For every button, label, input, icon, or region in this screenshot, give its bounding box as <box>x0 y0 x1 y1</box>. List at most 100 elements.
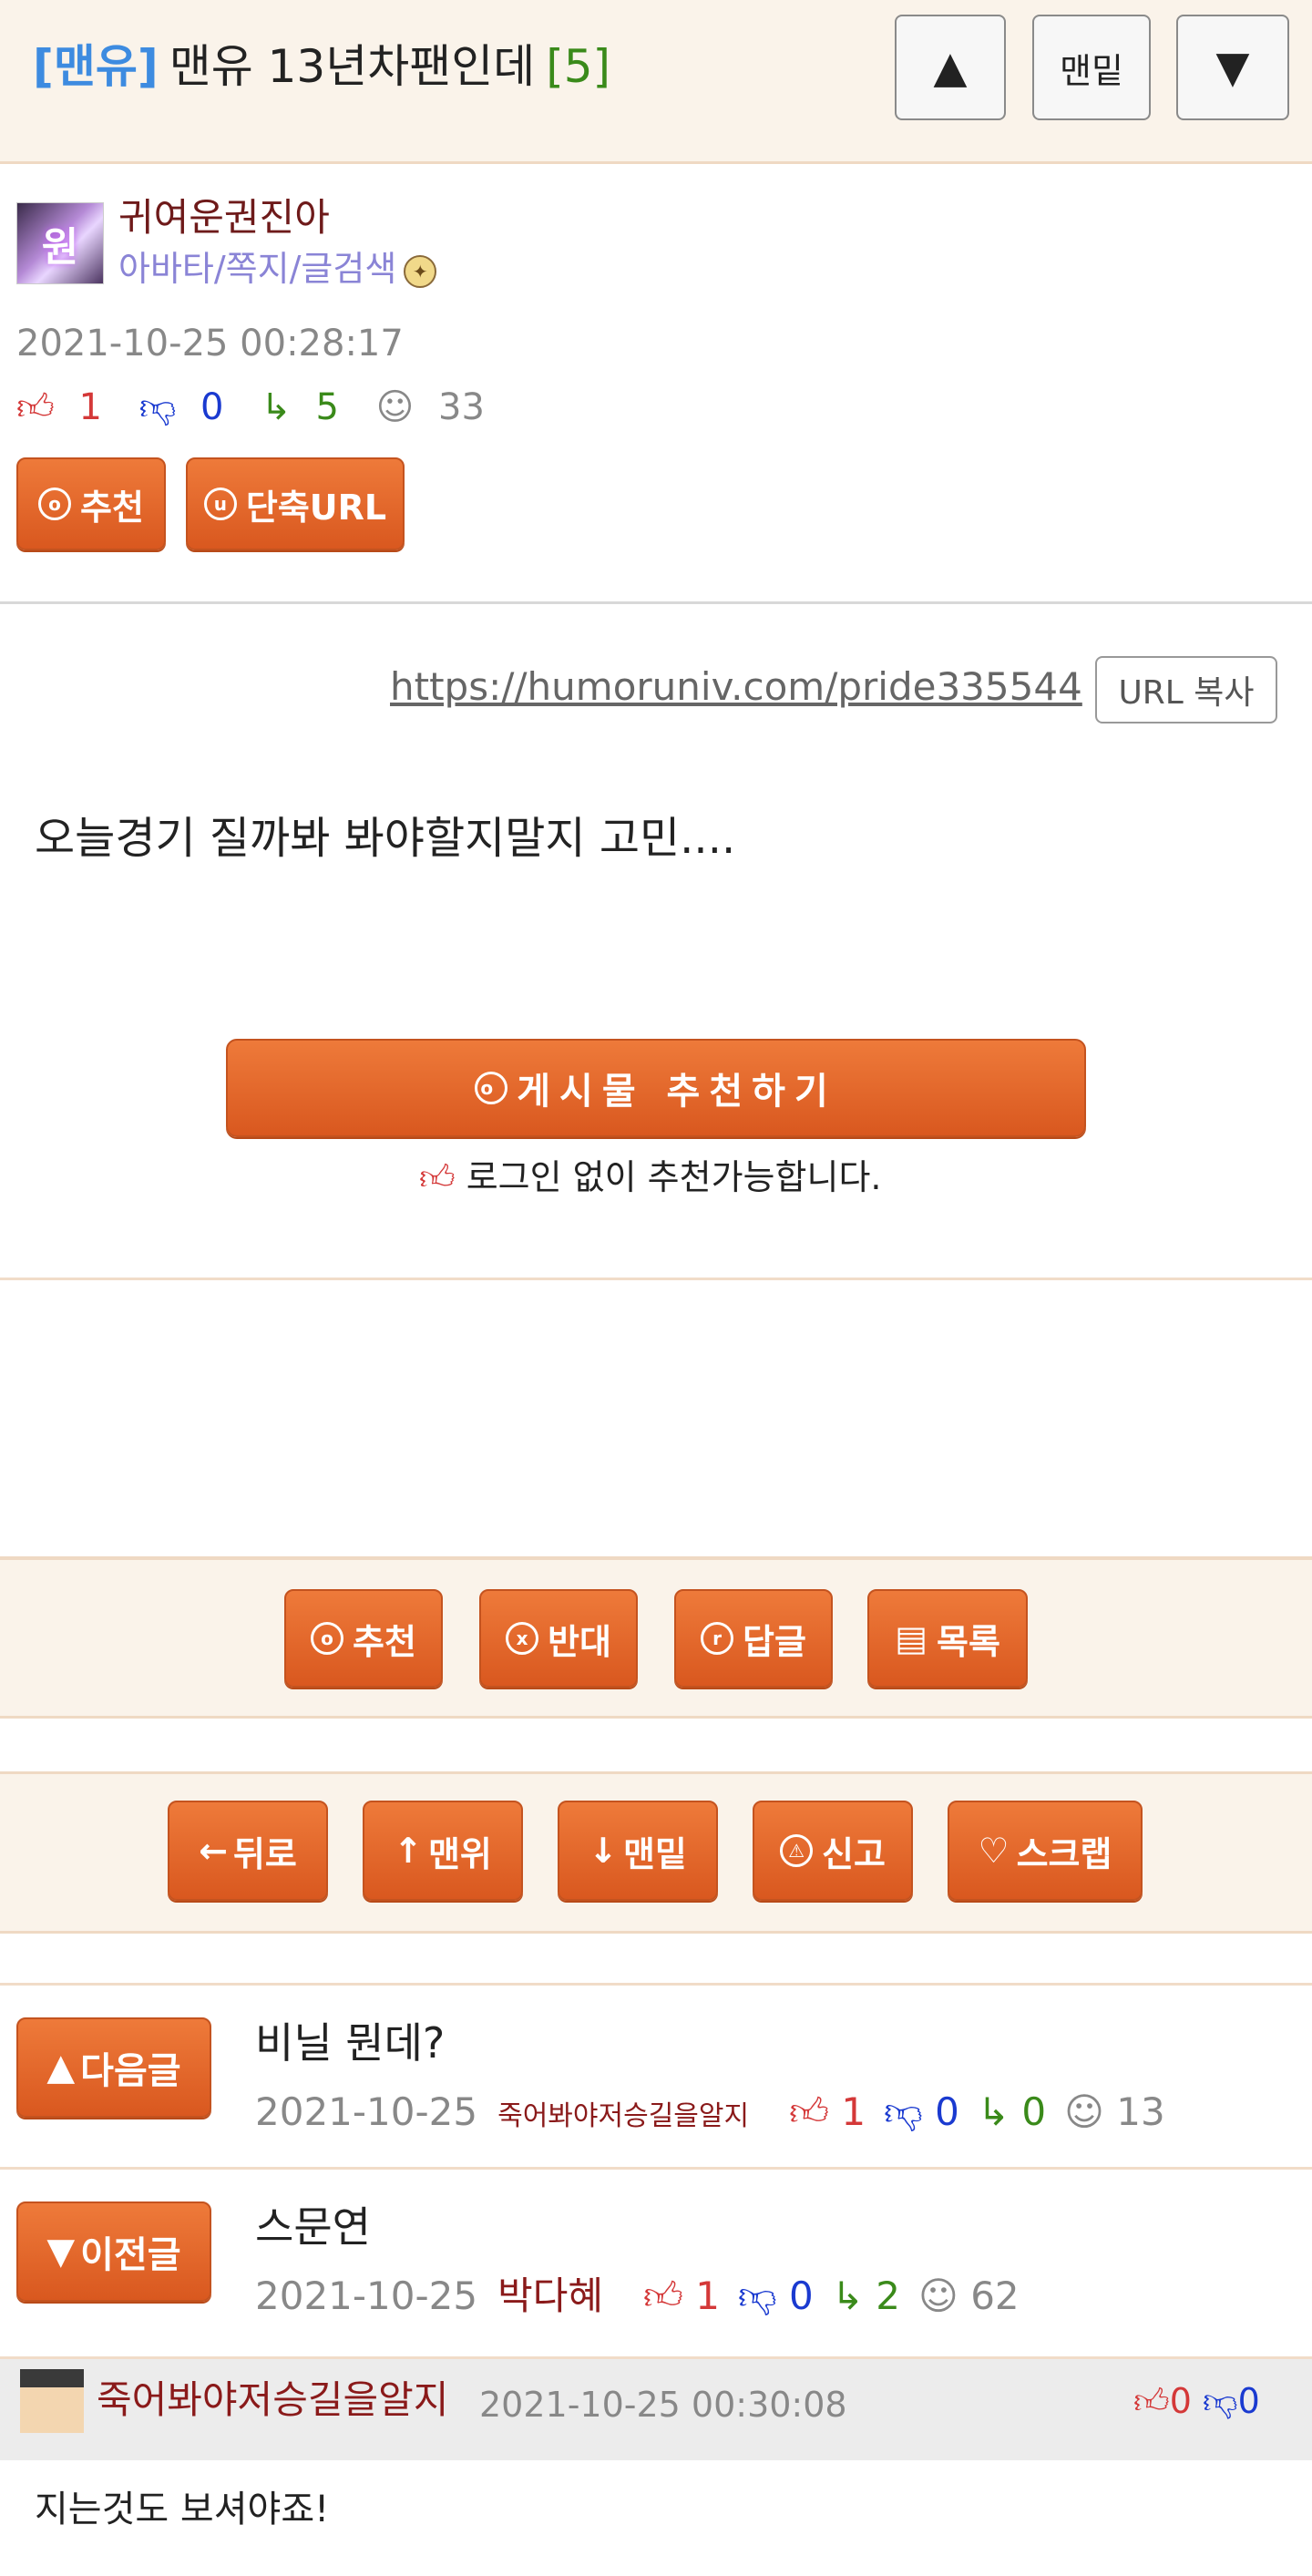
thumb-down-icon: 👎︎ <box>738 2273 777 2318</box>
against-button[interactable]: x 반대 <box>479 1589 638 1688</box>
reply-stat-count: 5 <box>315 386 339 428</box>
back-label: 뒤로 <box>232 1833 297 1874</box>
arrow-down-icon: ↓ <box>589 1831 618 1871</box>
prev-like-count: 1 <box>695 2273 720 2318</box>
login-note-text: 로그인 없이 추천가능합니다. <box>466 1157 882 1197</box>
arrow-left-icon: ← <box>199 1831 228 1871</box>
arrow-up-icon: ↑ <box>394 1831 423 1871</box>
reply-arrow-icon: ↳ <box>977 2089 1010 2134</box>
list-icon: ▤ <box>895 1618 928 1658</box>
comment-like-count: 0 <box>1169 2381 1192 2421</box>
circle-r-icon: r <box>701 1622 734 1655</box>
divider <box>0 601 1312 604</box>
next-view-count: 13 <box>1116 2089 1165 2134</box>
next-reply-count: 0 <box>1021 2089 1047 2134</box>
view-count: 33 <box>438 386 485 428</box>
smiley-icon: ☺ <box>375 386 415 428</box>
recommend-button[interactable]: o 추천 <box>16 457 166 550</box>
thumb-down-icon: 👎︎ <box>138 386 177 428</box>
next-post-author[interactable]: 죽어봐야저승길을알지 <box>497 2100 749 2132</box>
recommend-label: 추천 <box>80 487 144 528</box>
thumb-up-icon: 👍︎ <box>789 2089 829 2134</box>
post-url-link[interactable]: https://humoruniv.com/pride335544 <box>390 662 1082 713</box>
post-content: 오늘경기 질까봐 봐야할지말지 고민.... <box>35 813 736 864</box>
smiley-icon: ☺ <box>1064 2089 1104 2134</box>
post-recommend-label: 게시물 추천하기 <box>517 1071 837 1113</box>
scroll-down-button[interactable]: ▼ <box>1176 15 1289 120</box>
circle-u-icon: u <box>203 487 237 520</box>
smiley-icon: ☺ <box>918 2273 958 2318</box>
post-stats: 👍︎ 1 👎︎ 0 ↳ 5 ☺ 33 <box>16 383 510 432</box>
prev-post-label: 이전글 <box>80 2234 181 2276</box>
circle-o-icon: o <box>311 1622 344 1655</box>
recommend-action-button[interactable]: o 추천 <box>284 1589 443 1688</box>
triangle-up-icon: ▲ <box>46 2047 76 2089</box>
top-label: 맨위 <box>427 1833 492 1874</box>
scrap-button[interactable]: ♡ 스크랩 <box>948 1801 1143 1901</box>
prev-post-meta: 2021-10-25 박다혜 👍︎ 1 👎︎ 0 ↳ 2 ☺ 62 <box>255 2271 1038 2322</box>
thumb-up-icon: 👍︎ <box>16 386 55 428</box>
post-recommend-button[interactable]: o 게시물 추천하기 <box>226 1039 1086 1137</box>
bottom-button[interactable]: ↓ 맨밑 <box>558 1801 718 1901</box>
action-bar <box>0 1556 1312 1719</box>
back-button[interactable]: ← 뒤로 <box>168 1801 328 1901</box>
thumb-up-icon: 👍︎ <box>643 2273 683 2318</box>
comment-like-button[interactable]: 👍︎0 <box>1133 2381 1192 2421</box>
reply-label: 답글 <box>743 1621 806 1662</box>
next-post-label: 다음글 <box>80 2050 181 2092</box>
report-icon: ⚠ <box>780 1834 814 1867</box>
avatar[interactable]: 원 <box>16 202 104 284</box>
next-dislike-count: 0 <box>935 2089 959 2134</box>
next-post-title[interactable]: 비닐 뭔데? <box>255 2016 445 2070</box>
circle-o-icon: o <box>38 487 72 520</box>
prev-reply-count: 2 <box>876 2273 901 2318</box>
post-title: 맨유 13년차팬인데 <box>169 40 536 93</box>
against-label: 반대 <box>548 1621 611 1662</box>
reply-arrow-icon: ↳ <box>261 386 292 428</box>
triangle-down-icon: ▼ <box>46 2231 76 2273</box>
comment-stats: 👍︎0 👎︎0 <box>1133 2378 1260 2424</box>
url-copy-button[interactable]: URL 복사 <box>1095 656 1277 724</box>
next-post-date: 2021-10-25 <box>255 2089 478 2134</box>
divider <box>0 1983 1312 1986</box>
prev-post-author[interactable]: 박다혜 <box>497 2273 603 2318</box>
divider <box>0 1278 1312 1280</box>
thumb-down-icon: 👎︎ <box>884 2089 923 2134</box>
medal-icon: ✦ <box>404 254 437 288</box>
comment-avatar[interactable] <box>20 2369 84 2433</box>
comment-dislike-count: 0 <box>1237 2381 1260 2421</box>
prev-dislike-count: 0 <box>789 2273 814 2318</box>
category-label[interactable]: [맨유] <box>33 40 159 93</box>
reply-button[interactable]: r 답글 <box>674 1589 833 1688</box>
author-name[interactable]: 귀여운권진아 <box>118 193 330 242</box>
thumb-down-icon: 👎︎ <box>1203 2381 1238 2421</box>
list-label: 목록 <box>936 1621 1000 1662</box>
short-url-button[interactable]: u 단축URL <box>186 457 405 550</box>
bottom-label: 맨밑 <box>622 1833 687 1874</box>
page-title: [맨유] 맨유 13년차팬인데 [5] <box>33 36 610 97</box>
like-count: 1 <box>78 386 102 428</box>
author-links-label[interactable]: 아바타/쪽지/글검색 <box>118 249 396 289</box>
next-post-button[interactable]: ▲ 다음글 <box>16 2017 211 2118</box>
short-url-label: 단축URL <box>245 487 387 528</box>
thumb-up-icon: 👍︎ <box>1133 2381 1170 2421</box>
circle-x-icon: x <box>506 1622 539 1655</box>
comment-author[interactable]: 죽어봐야저승길을알지 <box>97 2375 448 2426</box>
login-note: 👍︎ 로그인 없이 추천가능합니다. <box>419 1154 881 1201</box>
top-button[interactable]: ↑ 맨위 <box>363 1801 523 1901</box>
next-like-count: 1 <box>841 2089 866 2134</box>
author-links[interactable]: 아바타/쪽지/글검색 ✦ <box>118 246 437 292</box>
prev-post-title[interactable]: 스문연 <box>255 2200 371 2254</box>
reply-arrow-icon: ↳ <box>831 2273 864 2318</box>
dislike-count: 0 <box>200 386 224 428</box>
report-button[interactable]: ⚠ 신고 <box>753 1801 913 1901</box>
post-date: 2021-10-25 00:28:17 <box>16 323 404 364</box>
prev-view-count: 62 <box>970 2273 1020 2318</box>
scroll-up-button[interactable]: ▲ <box>895 15 1006 120</box>
scrap-label: 스크랩 <box>1016 1833 1112 1874</box>
comment-dislike-button[interactable]: 👎︎0 <box>1203 2381 1260 2421</box>
divider <box>0 2167 1312 2170</box>
scroll-bottom-button[interactable]: 맨밑 <box>1032 15 1151 120</box>
list-button[interactable]: ▤ 목록 <box>867 1589 1028 1688</box>
prev-post-button[interactable]: ▼ 이전글 <box>16 2201 211 2302</box>
